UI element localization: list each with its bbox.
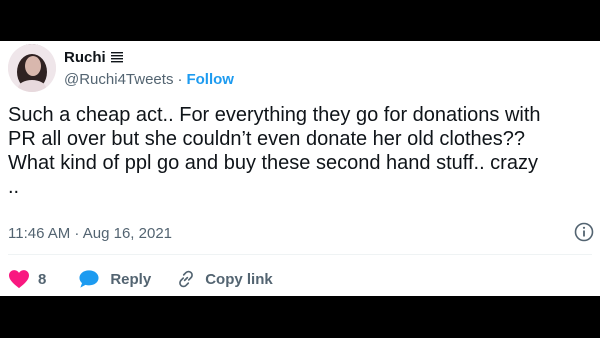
handle-separator: · [177,71,183,88]
heart-icon [9,270,29,289]
like-button[interactable]: 8 [8,269,78,289]
action-bar: 8 Reply Copy link [8,267,273,291]
avatar-image [8,44,56,92]
tweet-card: Ruchi @Ruchi4Tweets · Follow Such a chea… [0,41,600,296]
list-badge-icon [110,52,123,63]
like-count: 8 [38,270,47,288]
link-icon [179,270,194,288]
tweet-timestamp[interactable]: 11:46 AM · Aug 16, 2021 [8,225,172,242]
copy-link-label: Copy link [205,270,273,288]
info-icon[interactable] [574,222,594,242]
follow-button[interactable]: Follow [186,71,234,88]
display-name-text: Ruchi [64,49,106,66]
display-name[interactable]: Ruchi [64,49,124,66]
avatar[interactable] [8,44,56,92]
handle-row: @Ruchi4Tweets · Follow [64,71,234,88]
copy-link-button[interactable]: Copy link [175,268,273,290]
tweet-text: Such a cheap act.. For everything they g… [8,104,541,198]
reply-button[interactable]: Reply [78,269,175,289]
user-handle[interactable]: @Ruchi4Tweets [64,71,173,88]
divider [8,254,592,255]
speech-bubble-icon [79,270,99,288]
reply-label: Reply [110,270,152,288]
